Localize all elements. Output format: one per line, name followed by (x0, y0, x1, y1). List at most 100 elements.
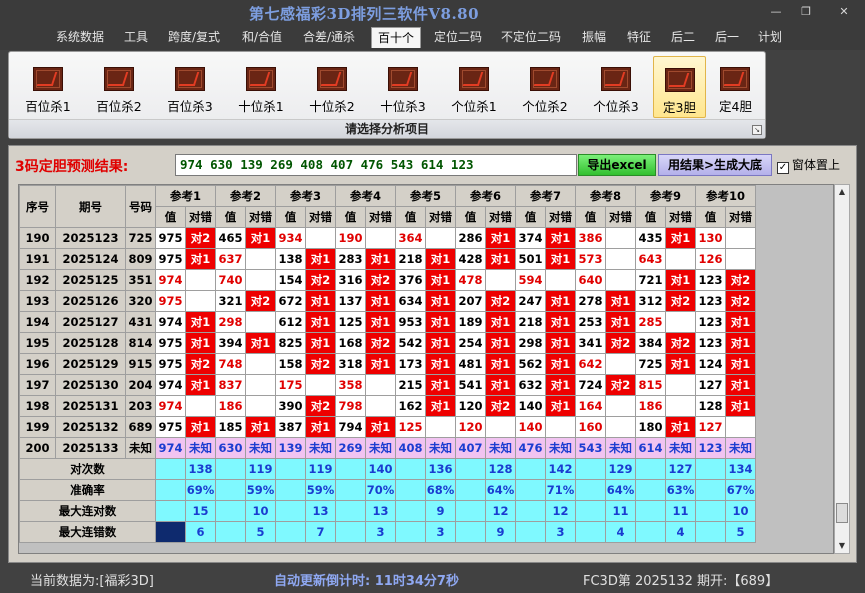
cell-hit-mark: 对2 (365, 332, 396, 354)
table-row[interactable]: 193 2025126 320 975 321 对2 672 对1 137 对1 634 对1 207 对… (19, 290, 756, 312)
prediction-row[interactable]: 200 2025133 未知 974 未知 630 未知 139 未知 269 未知 408 未知 407… (19, 437, 756, 459)
table-row[interactable]: 199 2025132 689 975 对1 185 对1 387 对1 794 对1 125 120 1… (19, 416, 756, 438)
col-header-mark[interactable]: 对错 (545, 206, 576, 228)
table-row[interactable]: 190 2025123 725 975 对2 465 对1 934 190 364 286 对1 374… (19, 227, 756, 249)
col-header-ref[interactable]: 参考3 (275, 185, 336, 207)
cell-miss-mark (665, 395, 696, 417)
ribbon-tens-kill-2[interactable]: 十位杀2 (299, 56, 365, 118)
table-row[interactable]: 198 2025131 203 974 186 390 对2 798 162 对1 120 对2 140… (19, 395, 756, 417)
col-header-ref[interactable]: 参考5 (395, 185, 456, 207)
col-header-code[interactable]: 号码 (125, 185, 156, 228)
col-header-mark[interactable]: 对错 (185, 206, 216, 228)
menu-feature[interactable]: 特征 (627, 27, 651, 48)
ribbon-units-kill-2[interactable]: 个位杀2 (512, 56, 578, 118)
col-header-mark[interactable]: 对错 (665, 206, 696, 228)
menu-last-one[interactable]: 后一 (715, 27, 739, 48)
col-header-value[interactable]: 值 (395, 206, 426, 228)
col-header-ref[interactable]: 参考4 (335, 185, 396, 207)
menu-system-data[interactable]: 系统数据 (56, 27, 104, 48)
table-row[interactable]: 191 2025124 809 975 对1 637 138 对1 283 对1 218 对1 428 对… (19, 248, 756, 270)
window-on-top-checkbox[interactable]: ✓ 窗体置上 (777, 156, 840, 174)
ribbon-launcher-icon[interactable]: ↘ (752, 125, 762, 135)
minimize-button[interactable]: — (764, 3, 788, 21)
menu-span[interactable]: 跨度/复式 (168, 27, 220, 48)
cell-value: 634 (395, 290, 426, 312)
menu-tools[interactable]: 工具 (124, 27, 148, 48)
menu-sum[interactable]: 和/合值 (242, 27, 282, 48)
col-header-mark[interactable]: 对错 (605, 206, 636, 228)
stats-value: 63% (665, 479, 696, 501)
cell-hit-mark: 对2 (605, 332, 636, 354)
table-row[interactable]: 194 2025127 431 974 对1 298 612 对1 125 对1 953 对1 189 对… (19, 311, 756, 333)
col-header-mark[interactable]: 对错 (725, 206, 756, 228)
ribbon-hundreds-kill-3[interactable]: 百位杀3 (157, 56, 223, 118)
scroll-up-icon[interactable]: ▲ (835, 185, 849, 199)
col-header-mark[interactable]: 对错 (485, 206, 516, 228)
col-header-mark[interactable]: 对错 (365, 206, 396, 228)
ribbon-tens-kill-1[interactable]: 十位杀1 (228, 56, 294, 118)
col-header-value[interactable]: 值 (575, 206, 606, 228)
col-header-ref[interactable]: 参考2 (215, 185, 276, 207)
prediction-result-field[interactable]: 974 630 139 269 408 407 476 543 614 123 (175, 154, 577, 176)
col-header-ref[interactable]: 参考10 (695, 185, 756, 207)
col-header-ref[interactable]: 参考1 (155, 185, 216, 207)
col-header-mark[interactable]: 对错 (425, 206, 456, 228)
ribbon-fix-4-dan[interactable]: 定4胆 (709, 56, 762, 118)
scroll-thumb[interactable] (836, 503, 848, 523)
vertical-scrollbar[interactable]: ▲ ▼ (834, 184, 850, 554)
col-header-value[interactable]: 值 (215, 206, 246, 228)
cell-miss-mark (425, 227, 456, 249)
menu-unfixed-pair[interactable]: 不定位二码 (501, 27, 561, 48)
generate-base-button[interactable]: 用结果>生成大底 (658, 154, 772, 176)
col-header-value[interactable]: 值 (155, 206, 186, 228)
ribbon-tens-kill-3[interactable]: 十位杀3 (370, 56, 436, 118)
col-header-mark[interactable]: 对错 (305, 206, 336, 228)
menu-fixed-pair[interactable]: 定位二码 (434, 27, 482, 48)
cell-value: 975 (155, 416, 186, 438)
col-header-value[interactable]: 值 (635, 206, 666, 228)
col-header-value[interactable]: 值 (275, 206, 306, 228)
menu-position-digits[interactable]: 百十个 (371, 27, 422, 48)
table-row[interactable]: 196 2025129 915 975 对2 748 158 对2 318 对1 173 对1 481 对… (19, 353, 756, 375)
stats-spacer (155, 458, 186, 480)
col-header-ref[interactable]: 参考7 (515, 185, 576, 207)
predicted-mark: 未知 (185, 437, 216, 459)
cell-value: 481 (455, 353, 486, 375)
cell-hit-mark: 对1 (185, 311, 216, 333)
prediction-grid[interactable]: 序号 期号 号码 参考1 参考2 参考3 参考4 参考5 参考6 参考7 参考8 参考9 参考10 值对错… (18, 184, 834, 554)
close-button[interactable]: ✕ (832, 3, 856, 21)
ribbon-units-kill-1[interactable]: 个位杀1 (441, 56, 507, 118)
ribbon-hundreds-kill-2[interactable]: 百位杀2 (86, 56, 152, 118)
col-header-value[interactable]: 值 (515, 206, 546, 228)
cell-value: 974 (155, 374, 186, 396)
menu-plan[interactable]: 计划 (758, 27, 782, 48)
ribbon-units-kill-3[interactable]: 个位杀3 (583, 56, 649, 118)
cell-miss-mark (245, 248, 276, 270)
table-row[interactable]: 197 2025130 204 974 对1 837 175 358 215 对1 541 对1 632… (19, 374, 756, 396)
col-header-ref[interactable]: 参考6 (455, 185, 516, 207)
table-row[interactable]: 195 2025128 814 975 对1 394 对1 825 对1 168 对2 542 对1 25… (19, 332, 756, 354)
export-excel-button[interactable]: 导出excel (578, 154, 656, 176)
ribbon-fix-3-dan[interactable]: 定3胆 (653, 56, 706, 118)
col-header-ref[interactable]: 参考9 (635, 185, 696, 207)
scroll-down-icon[interactable]: ▼ (835, 539, 849, 553)
col-header-ref[interactable]: 参考8 (575, 185, 636, 207)
col-header-value[interactable]: 值 (455, 206, 486, 228)
menu-last-two[interactable]: 后二 (671, 27, 695, 48)
cell-value: 358 (335, 374, 366, 396)
col-header-mark[interactable]: 对错 (245, 206, 276, 228)
table-row[interactable]: 192 2025125 351 974 740 154 对2 316 对2 376 对1 478 594… (19, 269, 756, 291)
menu-amplitude[interactable]: 振幅 (582, 27, 606, 48)
stats-spacer (335, 500, 366, 522)
cell-value: 974 (155, 269, 186, 291)
cell-value: 394 (215, 332, 246, 354)
col-header-period[interactable]: 期号 (55, 185, 126, 228)
stats-spacer (395, 521, 426, 543)
cell-hit-mark: 对1 (725, 395, 756, 417)
col-header-value[interactable]: 值 (695, 206, 726, 228)
menu-combo-kill[interactable]: 合差/通杀 (303, 27, 355, 48)
ribbon-hundreds-kill-1[interactable]: 百位杀1 (15, 56, 81, 118)
col-header-seq[interactable]: 序号 (19, 185, 56, 228)
maximize-button[interactable]: ❐ (794, 3, 818, 21)
col-header-value[interactable]: 值 (335, 206, 366, 228)
